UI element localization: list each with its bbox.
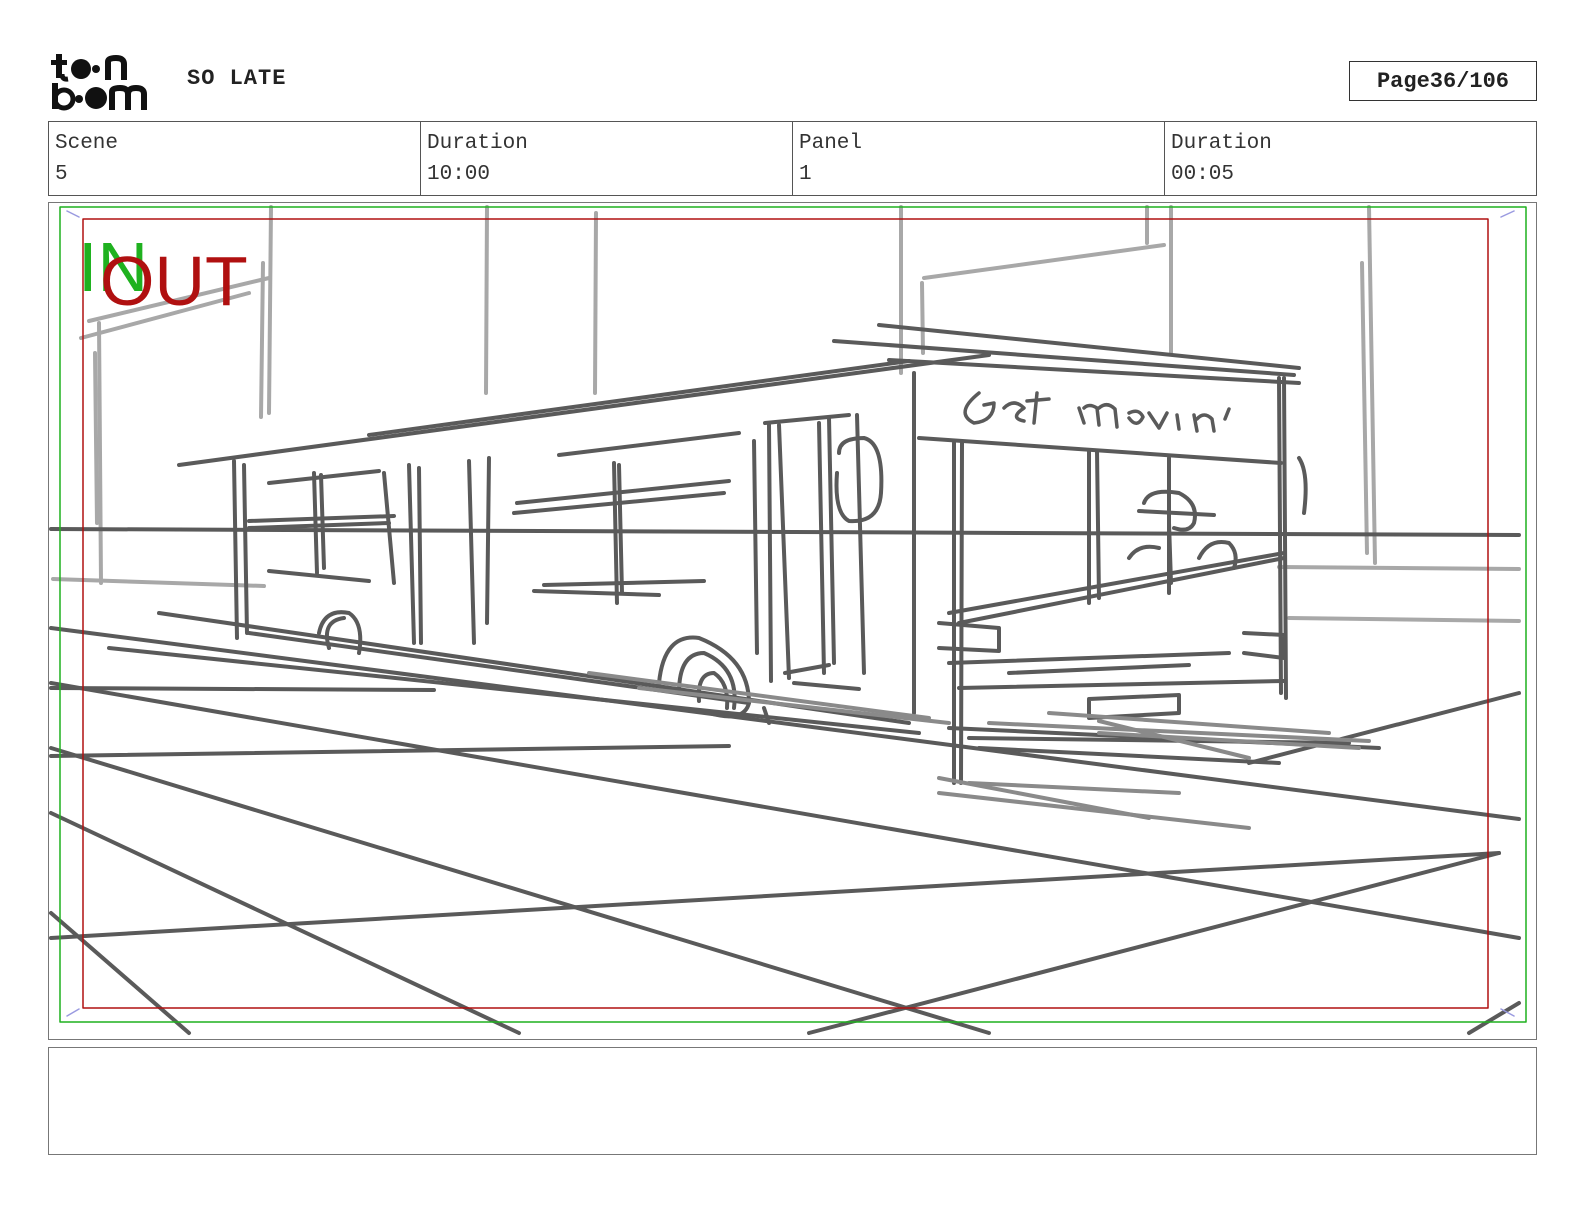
panel-cell: Panel 1 bbox=[793, 122, 1165, 195]
panel-duration-cell: Duration 00:05 bbox=[1165, 122, 1536, 195]
caption-box bbox=[48, 1047, 1537, 1155]
scene-label: Scene bbox=[55, 132, 119, 155]
storyboard-panel bbox=[48, 202, 1537, 1040]
bus-sketch bbox=[107, 323, 1381, 785]
toonboom-logo bbox=[50, 50, 170, 114]
bus-sign-sketch bbox=[963, 391, 1231, 433]
scene-duration-label: Duration bbox=[427, 132, 528, 155]
panel-value: 1 bbox=[799, 163, 812, 186]
scene-info-table: Scene 5 Duration 10:00 Panel 1 Duration … bbox=[48, 121, 1537, 196]
scene-duration-value: 10:00 bbox=[427, 163, 491, 186]
scene-duration-cell: Duration 10:00 bbox=[421, 122, 793, 195]
panel-sketch bbox=[49, 205, 1527, 1035]
scene-cell: Scene 5 bbox=[49, 122, 421, 195]
panel-duration-label: Duration bbox=[1171, 132, 1272, 155]
project-title: SO LATE bbox=[187, 66, 287, 91]
page-number: 36/106 bbox=[1429, 68, 1510, 94]
out-label: OUT bbox=[100, 242, 248, 320]
scene-value: 5 bbox=[55, 163, 68, 186]
page-indicator: Page 36/106 bbox=[1349, 61, 1537, 101]
panel-label: Panel bbox=[799, 132, 863, 155]
panel-duration-value: 00:05 bbox=[1171, 163, 1235, 186]
page-label: Page bbox=[1376, 68, 1430, 94]
